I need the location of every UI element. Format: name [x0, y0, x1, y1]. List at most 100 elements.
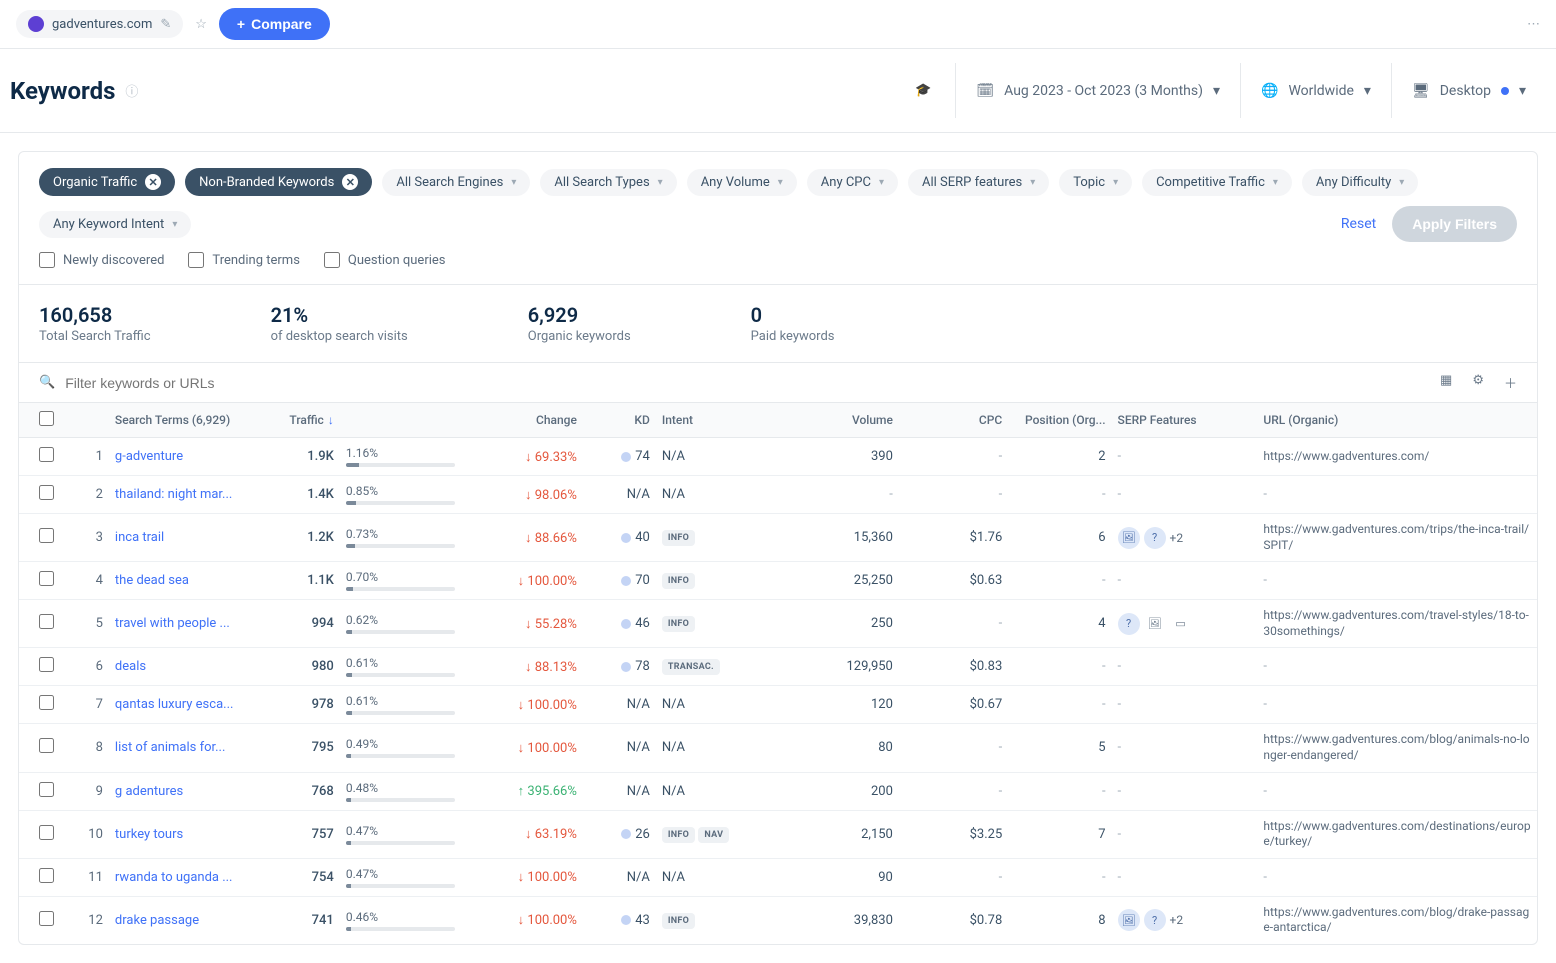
serp-question-icon[interactable]: ?: [1118, 613, 1140, 635]
domain-chip[interactable]: gadventures.com ✎: [16, 10, 183, 38]
url-text[interactable]: https://www.gadventures.com/blog/drake-p…: [1263, 905, 1529, 935]
filter-pill[interactable]: Any Difficulty▾: [1302, 169, 1418, 196]
plus-icon: +: [237, 16, 245, 32]
export-excel-icon[interactable]: ▦: [1440, 373, 1452, 392]
compare-button[interactable]: + Compare: [219, 8, 330, 40]
url-text[interactable]: https://www.gadventures.com/trips/the-in…: [1263, 522, 1529, 552]
table-row: 6deals9800.61%↓ 88.13%78TRANSAC.129,950$…: [19, 648, 1537, 686]
filter-pill[interactable]: All SERP features▾: [908, 169, 1049, 196]
add-icon[interactable]: ＋: [1504, 373, 1517, 392]
select-all-checkbox[interactable]: [39, 411, 54, 426]
filter-pill[interactable]: Topic▾: [1059, 169, 1132, 196]
serp-image-icon[interactable]: 🖼: [1118, 909, 1140, 931]
apply-filters-button[interactable]: Apply Filters: [1392, 206, 1517, 242]
keyword-link[interactable]: travel with people ...: [115, 616, 261, 631]
checkbox[interactable]: [188, 252, 204, 268]
row-checkbox[interactable]: [39, 485, 54, 500]
keyword-link[interactable]: list of animals for...: [115, 740, 261, 755]
filter-pill[interactable]: All Search Engines▾: [382, 169, 530, 196]
filter-pill[interactable]: Any CPC▾: [807, 169, 898, 196]
header-traffic[interactable]: Traffic↓: [267, 403, 340, 438]
serp-image-icon[interactable]: 🖼: [1118, 527, 1140, 549]
traffic-bar: [346, 884, 456, 888]
row-checkbox[interactable]: [39, 614, 54, 629]
keyword-link[interactable]: the dead sea: [115, 573, 261, 588]
check-item[interactable]: Newly discovered: [39, 252, 164, 268]
row-checkbox[interactable]: [39, 695, 54, 710]
header-serp[interactable]: SERP Features: [1112, 403, 1258, 438]
url-text[interactable]: https://www.gadventures.com/: [1263, 449, 1429, 463]
keyword-link[interactable]: deals: [115, 659, 261, 674]
device-filter[interactable]: 🖥 Desktop ▾: [1391, 63, 1546, 118]
header-volume[interactable]: Volume: [777, 403, 899, 438]
row-checkbox[interactable]: [39, 911, 54, 926]
reset-link[interactable]: Reset: [1341, 216, 1376, 232]
serp-more[interactable]: +2: [1170, 913, 1184, 927]
kd-value: 26: [583, 810, 656, 858]
row-checkbox[interactable]: [39, 571, 54, 586]
filter-pill-active[interactable]: Non-Branded Keywords✕: [185, 168, 372, 196]
filter-pill[interactable]: Any Keyword Intent▾: [39, 211, 191, 238]
url-text[interactable]: https://www.gadventures.com/travel-style…: [1263, 608, 1528, 638]
checkbox[interactable]: [324, 252, 340, 268]
row-checkbox[interactable]: [39, 447, 54, 462]
volume-value: 390: [777, 438, 899, 476]
serp-question-icon[interactable]: ?: [1144, 527, 1166, 549]
url-text[interactable]: https://www.gadventures.com/destinations…: [1263, 819, 1530, 849]
chevron-down-icon: ▾: [1519, 83, 1526, 99]
position-value: 5: [1008, 724, 1111, 772]
header-search-terms[interactable]: Search Terms (6,929): [109, 403, 267, 438]
header-cpc[interactable]: CPC: [899, 403, 1008, 438]
keyword-link[interactable]: rwanda to uganda ...: [115, 870, 261, 885]
url-text[interactable]: https://www.gadventures.com/blog/animals…: [1263, 732, 1529, 762]
columns-settings-icon[interactable]: ⚙: [1472, 373, 1484, 392]
keyword-link[interactable]: qantas luxury esca...: [115, 697, 261, 712]
checkbox[interactable]: [39, 252, 55, 268]
keyword-link[interactable]: g-adventure: [115, 449, 261, 464]
row-checkbox[interactable]: [39, 738, 54, 753]
position-value: -: [1008, 648, 1111, 686]
filter-pill-active[interactable]: Organic Traffic✕: [39, 168, 175, 196]
serp-question-icon[interactable]: ?: [1144, 909, 1166, 931]
row-checkbox[interactable]: [39, 868, 54, 883]
header-change[interactable]: Change: [461, 403, 583, 438]
change-value: ↓ 88.13%: [525, 660, 577, 675]
keyword-link[interactable]: g adentures: [115, 784, 261, 799]
traffic-value: 978: [312, 697, 334, 712]
remove-filter-icon[interactable]: ✕: [342, 174, 358, 190]
keyword-link[interactable]: drake passage: [115, 913, 261, 928]
graduation-icon[interactable]: 🎓: [915, 83, 931, 98]
info-icon[interactable]: ⓘ: [125, 81, 138, 100]
filter-pill[interactable]: All Search Types▾: [540, 169, 676, 196]
date-filter[interactable]: 🗓 Aug 2023 - Oct 2023 (3 Months) ▾: [955, 63, 1240, 118]
keyword-link[interactable]: inca trail: [115, 530, 261, 545]
header-url[interactable]: URL (Organic): [1257, 403, 1537, 438]
topbar-menu-icon[interactable]: ⋯: [1527, 17, 1540, 32]
cpc-value: $0.63: [899, 562, 1008, 600]
serp-feature-icon[interactable]: ▭: [1170, 613, 1192, 635]
row-checkbox[interactable]: [39, 528, 54, 543]
filter-input[interactable]: [65, 375, 365, 391]
serp-image-icon[interactable]: 🖼: [1144, 613, 1166, 635]
serp-more[interactable]: +2: [1170, 531, 1184, 545]
sort-arrow-icon: ↓: [328, 413, 334, 427]
region-filter[interactable]: 🌐 Worldwide ▾: [1240, 63, 1391, 118]
traffic-bar: [346, 673, 456, 677]
row-checkbox[interactable]: [39, 825, 54, 840]
check-item[interactable]: Trending terms: [188, 252, 300, 268]
header-kd[interactable]: KD: [583, 403, 656, 438]
filter-pill[interactable]: Competitive Traffic▾: [1142, 169, 1292, 196]
edit-icon[interactable]: ✎: [160, 17, 171, 32]
keyword-link[interactable]: thailand: night mar...: [115, 487, 261, 502]
keyword-link[interactable]: turkey tours: [115, 827, 261, 842]
check-item[interactable]: Question queries: [324, 252, 446, 268]
position-value: -: [1008, 772, 1111, 810]
row-checkbox[interactable]: [39, 782, 54, 797]
star-icon[interactable]: ☆: [195, 17, 207, 32]
header-position[interactable]: Position (Org...: [1008, 403, 1111, 438]
traffic-value: 768: [312, 784, 334, 799]
header-intent[interactable]: Intent: [656, 403, 778, 438]
remove-filter-icon[interactable]: ✕: [145, 174, 161, 190]
filter-pill[interactable]: Any Volume▾: [687, 169, 797, 196]
row-checkbox[interactable]: [39, 657, 54, 672]
